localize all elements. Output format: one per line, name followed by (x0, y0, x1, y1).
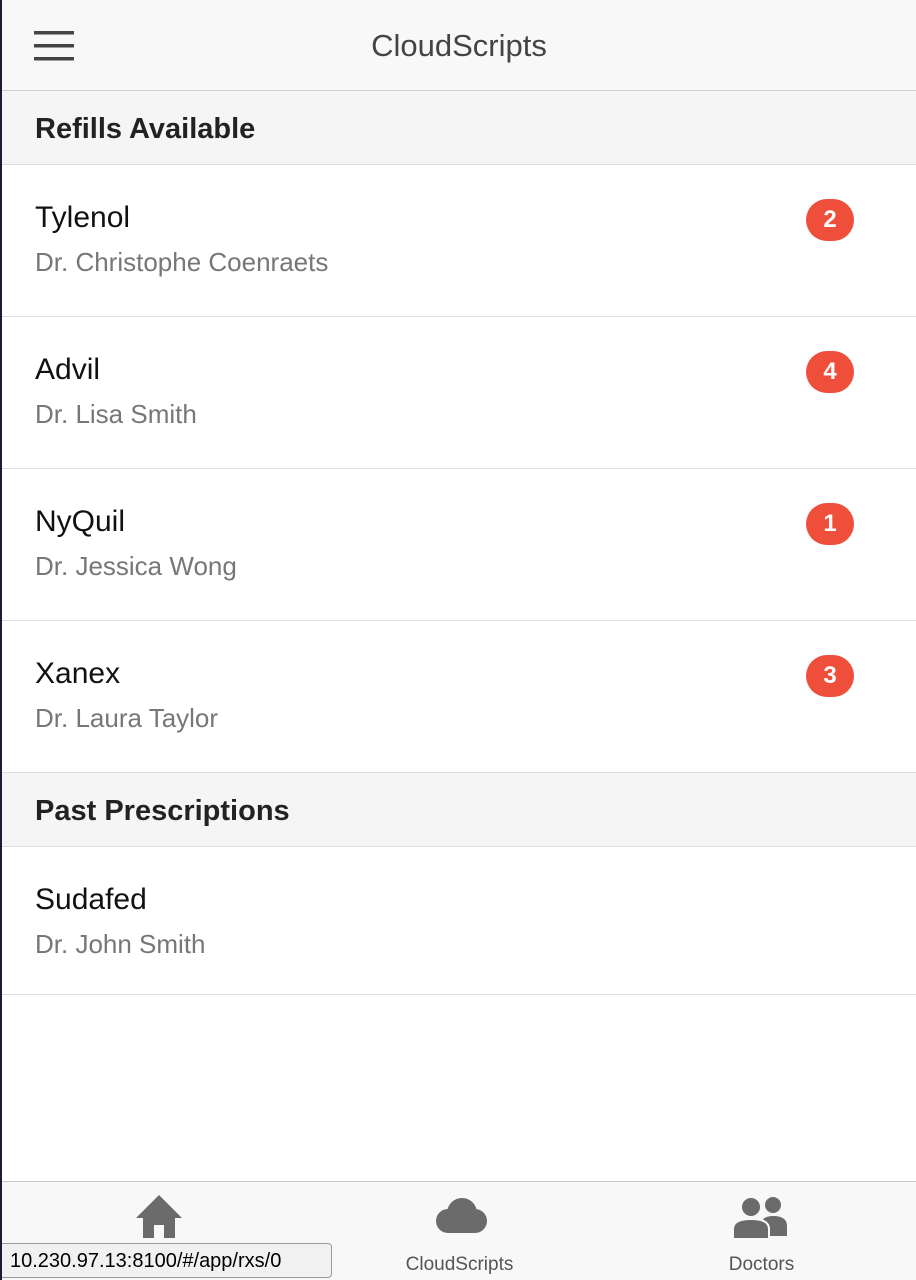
section-header-refills: Refills Available (2, 91, 916, 165)
tab-label: CloudScripts (405, 1254, 514, 1275)
prescription-list: Refills Available Tylenol Dr. Christophe… (2, 91, 916, 995)
item-doctor: Dr. Lisa Smith (35, 399, 197, 429)
item-name: Xanex (35, 657, 121, 690)
item-name: NyQuil (35, 505, 126, 538)
list-item[interactable]: Sudafed Dr. John Smith (2, 847, 916, 995)
item-name: Tylenol (35, 201, 131, 234)
tab-label: Doctors (728, 1254, 795, 1275)
section-header-past: Past Prescriptions (2, 773, 916, 847)
refill-badge: 1 (806, 503, 854, 545)
status-bar-url: 10.230.97.13:8100/#/app/rxs/0 (2, 1243, 332, 1278)
item-doctor: Dr. Jessica Wong (35, 551, 237, 581)
people-icon (731, 1192, 793, 1242)
nav-bar: CloudScripts (2, 0, 916, 91)
item-doctor: Dr. John Smith (35, 929, 206, 959)
refill-badge: 2 (806, 199, 854, 241)
list-item[interactable]: Advil Dr. Lisa Smith 4 (2, 317, 916, 469)
tab-doctors[interactable]: Doctors (609, 1182, 914, 1280)
item-name: Advil (35, 353, 101, 386)
item-doctor: Dr. Christophe Coenraets (35, 247, 329, 277)
list-item[interactable]: NyQuil Dr. Jessica Wong 1 (2, 469, 916, 621)
item-name: Sudafed (35, 883, 147, 916)
list-item[interactable]: Xanex Dr. Laura Taylor 3 (2, 621, 916, 773)
tab-cloudscripts[interactable]: CloudScripts (307, 1182, 612, 1280)
cloud-icon (430, 1196, 490, 1236)
home-icon (134, 1192, 184, 1240)
item-doctor: Dr. Laura Taylor (35, 703, 219, 733)
refill-badge: 3 (806, 655, 854, 697)
app-window: CloudScripts Refills Available Tylenol D… (2, 0, 916, 1280)
refill-badge: 4 (806, 351, 854, 393)
page-title: CloudScripts (371, 28, 547, 63)
list-item[interactable]: Tylenol Dr. Christophe Coenraets 2 (2, 165, 916, 317)
